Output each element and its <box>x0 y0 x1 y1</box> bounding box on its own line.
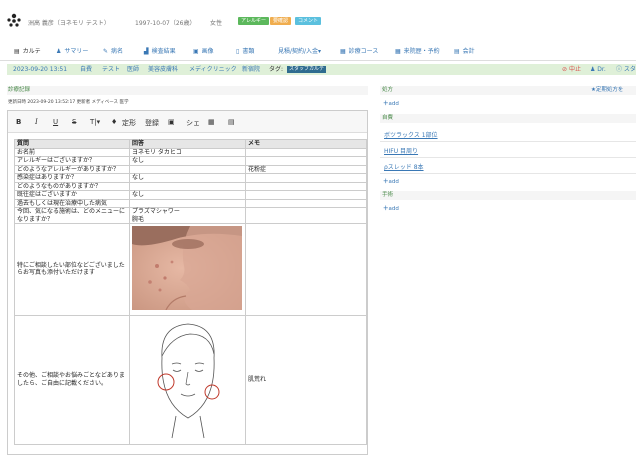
record-section-header: 診療記録 <box>7 86 368 95</box>
table-row: その他、ご相談やお悩みごとなどありましたら、ご自由に記載ください。 肌荒れ <box>14 314 367 445</box>
tab-karte[interactable]: ▤ カルテ <box>14 42 41 61</box>
tab-summary[interactable]: ♟ サマリー <box>56 42 88 61</box>
schema-button[interactable]: シェ <box>186 118 200 128</box>
save-icon[interactable]: ▤ <box>228 118 235 126</box>
visit-info-bar: 2023-09-20 13:51 自費 テスト 医師 美容皮膚科 メディクリニッ… <box>7 64 636 75</box>
table-row: 特にご相談したい部位などございましたらお写真も添付いただけます <box>14 223 367 316</box>
face-photo[interactable] <box>132 226 242 311</box>
add-prescription-button[interactable]: ＋add <box>383 99 399 107</box>
tab-accounting[interactable]: ▤ 会計 <box>454 42 475 61</box>
editor-toolbar: B I U S T|▾ ♦ 定形 登録 ▣ シェ ▦ ▤ <box>8 111 367 133</box>
bold-button[interactable]: B <box>16 118 21 126</box>
schema-cell <box>129 314 246 445</box>
color-drop-icon[interactable]: ♦ <box>111 118 117 126</box>
record-editor[interactable]: B I U S T|▾ ♦ 定形 登録 ▣ シェ ▦ ▤ 質問 回答 メモ お名… <box>7 110 368 455</box>
person-icon: ♟ <box>56 48 62 55</box>
questionnaire-table: 質問 回答 メモ お名前 ヨネモリ タカヒコ アレルギーはございますか？ なし どの… <box>14 139 367 445</box>
visit-clinic[interactable]: メディクリニック <box>189 64 237 75</box>
column-header-answer: 回答 <box>129 139 246 149</box>
staff-button[interactable]: ⓘ スタ <box>616 64 636 75</box>
column-header-memo: メモ <box>245 139 367 149</box>
chart-icon: ▟ <box>144 48 149 55</box>
tab-treatment-course[interactable]: ▦ 診療コース <box>340 42 378 61</box>
table-row: どのようなものがありますか？ <box>14 181 367 191</box>
document-icon: ▤ <box>14 48 20 55</box>
file-icon: ▯ <box>236 48 240 55</box>
record-update-meta: 更新日時 2023-09-20 13:52:17 更新者 メディベース 医学 <box>8 100 129 105</box>
surgery-section-header: 手術 <box>380 191 636 200</box>
register-icon: ▤ <box>454 48 460 55</box>
tab-documents[interactable]: ▯ 書類 <box>236 42 254 61</box>
strikethrough-button[interactable]: S <box>72 118 76 126</box>
procedure-item[interactable]: HIFU 目周り <box>380 142 636 158</box>
underline-button[interactable]: U <box>53 118 58 126</box>
staff-karte-tag[interactable]: スタッフカルテ <box>287 66 327 73</box>
comment-badge[interactable]: コメント <box>295 17 322 25</box>
self-pay-section-header: 自費 <box>380 114 636 123</box>
patient-gender: 女性 <box>210 20 223 27</box>
patient-name: 洲高 義彦（ヨネモリ テスト） <box>28 20 110 27</box>
table-row: アレルギーはございますか？ なし <box>14 156 367 166</box>
main-tab-bar: ▤ カルテ ♟ サマリー ✎ 病名 ▟ 検査結果 ▣ 画像 ▯ 書類 見積/契約/入金▾ ▦… <box>0 42 636 61</box>
patient-header: 洲高 義彦（ヨネモリ テスト） 1997-10-07（26歳） 女性 アレルギー… <box>0 0 636 42</box>
visit-branch[interactable]: 新宿院 <box>242 64 260 75</box>
regular-prescription-link[interactable]: ★定期処方を <box>591 86 623 95</box>
table-row: 感染症はありますか？ なし <box>14 173 367 183</box>
visit-department[interactable]: 美容皮膚科 <box>148 64 178 75</box>
visit-doctor[interactable]: 医師 <box>127 64 139 75</box>
template-button[interactable]: 定形 <box>122 118 136 128</box>
table-row: お名前 ヨネモリ タカヒコ <box>14 147 367 157</box>
table-row: 既往症はございますか なし <box>14 190 367 200</box>
visit-test-label[interactable]: テスト <box>102 64 120 75</box>
doctor-button[interactable]: ♟ Dr. <box>590 64 606 75</box>
photo-cell <box>129 223 246 316</box>
visit-datetime[interactable]: 2023-09-20 13:51 <box>13 64 67 75</box>
tab-images[interactable]: ▣ 画像 <box>193 42 214 61</box>
face-schema-drawing[interactable] <box>132 318 242 440</box>
table-header-row: 質問 回答 メモ <box>14 139 367 149</box>
table-row: 過去もしくは現在治療中した病気 <box>14 198 367 208</box>
grid-icon: ▦ <box>340 48 346 55</box>
caution-badge[interactable]: 要確認 <box>270 17 292 25</box>
prescription-title: 処方 <box>382 87 394 93</box>
stop-icon: ⊘ <box>562 66 569 73</box>
procedure-item[interactable]: ボツラックス 1部位 <box>380 126 636 142</box>
image-icon: ▣ <box>193 48 199 55</box>
tab-visit-history[interactable]: ▦ 来院歴・予約 <box>395 42 440 61</box>
tab-diagnosis[interactable]: ✎ 病名 <box>103 42 123 61</box>
clinic-logo-icon <box>7 13 21 27</box>
info-icon: ⓘ <box>616 66 624 73</box>
record-title: 診療記録 <box>8 87 31 93</box>
surgery-title: 手術 <box>382 192 394 198</box>
tab-estimate-contract-payment[interactable]: 見積/契約/入金▾ <box>278 42 321 61</box>
register-button[interactable]: 登録 <box>145 118 159 128</box>
edit-icon: ✎ <box>103 48 109 55</box>
allergy-badge[interactable]: アレルギー <box>238 17 270 25</box>
tag-label: タグ: <box>269 66 284 73</box>
add-procedure-button[interactable]: ＋add <box>383 177 399 185</box>
text-size-button[interactable]: T|▾ <box>90 118 100 126</box>
cancel-visit-button[interactable]: ⊘ 中止 <box>562 64 581 75</box>
table-row: 今回、気になる施術は、どのメニューになりますか？ プラズマシャワー 腕毛 <box>14 207 367 224</box>
italic-button[interactable]: I <box>35 118 38 126</box>
table-row: どのようなアレルギーがありますか？ 花粉症 <box>14 164 367 174</box>
self-pay-title: 自費 <box>382 115 394 121</box>
tab-test-results[interactable]: ▟ 検査結果 <box>144 42 176 61</box>
insert-table-icon[interactable]: ▦ <box>208 118 215 126</box>
procedure-item[interactable]: ρスレッド 8本 <box>380 158 636 174</box>
calendar-icon: ▦ <box>395 48 401 55</box>
patient-birthdate: 1997-10-07（26歳） <box>135 20 196 27</box>
visit-payment-type[interactable]: 自費 <box>80 64 92 75</box>
column-header-question: 質問 <box>14 139 130 149</box>
add-surgery-button[interactable]: ＋add <box>383 204 399 212</box>
insert-image-icon[interactable]: ▣ <box>168 118 175 126</box>
prescription-section-header: 処方 ★定期処方を <box>380 86 636 95</box>
